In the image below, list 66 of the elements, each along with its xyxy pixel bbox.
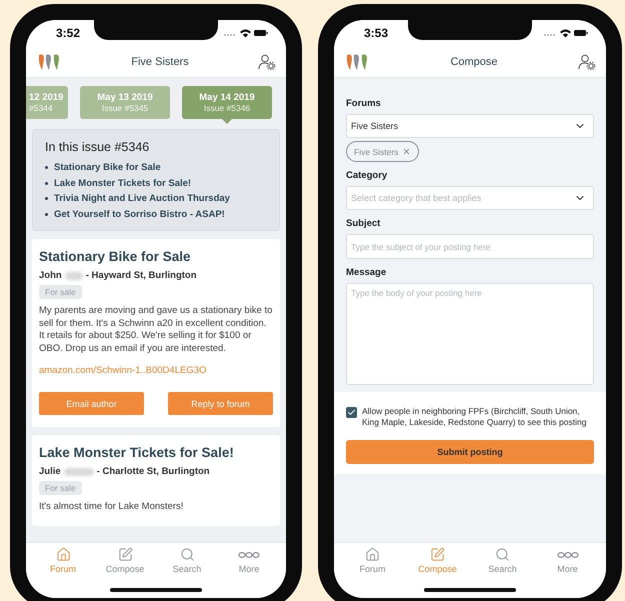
author-name: Julie	[39, 466, 61, 477]
status-time: 3:52	[56, 26, 80, 40]
tab-bar-item[interactable]: Compose	[410, 547, 466, 579]
birds-logo-icon	[344, 52, 370, 70]
tab-bar-item[interactable]: Search	[159, 547, 215, 579]
tab-bar-item[interactable]: More	[221, 547, 277, 579]
post-body: My parents are moving and gave us a stationary bike to sell for them. It's a Schwinn a20 in excellent condition. It retails for about $250. We're selling it for $100 or OBO. Drop us an email if you are interested.	[39, 305, 273, 355]
category-select[interactable]: Select category that best applies	[346, 186, 594, 210]
post-title: Stationary Bike for Sale	[39, 249, 192, 264]
category-tag: For sale	[39, 481, 82, 495]
status-time: 3:53	[364, 26, 388, 40]
bullet-icon	[45, 182, 48, 185]
forum-chip[interactable]: Five Sisters	[346, 141, 420, 162]
status-icons-drawing	[224, 28, 268, 38]
post-body: It's almost time for Lake Monsters!	[39, 501, 184, 514]
author-location: - Charlotte St, Burlington	[96, 466, 210, 477]
more-icon	[556, 550, 578, 558]
issue-tab[interactable]: 12 2019 #5344	[26, 86, 68, 119]
status-icons-drawing	[544, 28, 588, 38]
search-icon	[495, 547, 510, 562]
post-title: Lake Monster Tickets for Sale!	[39, 445, 235, 460]
post-link[interactable]: amazon.com/Schwinn-1..B00D4LEG3O	[39, 365, 206, 376]
forum-select[interactable]: Five Sisters	[346, 114, 594, 138]
checkbox-label: Allow people in neighboring FPFs (Birchcliff, South Union, King Maple, Lakeside, Redstone Quarry) to see this posting	[362, 406, 588, 428]
summary-heading: In this issue #5346	[45, 140, 150, 154]
pointer-icon	[222, 119, 232, 124]
tab-bar-item[interactable]: Search	[474, 547, 530, 579]
summary-link[interactable]: Stationary Bike for Sale	[54, 160, 161, 176]
subject-field[interactable]: Type the subject of your posting here	[346, 234, 594, 259]
screen-title: Five Sisters	[131, 56, 189, 68]
tab-bar-item[interactable]: Forum	[35, 547, 91, 579]
field-label: Category	[346, 170, 388, 181]
user-settings-icon[interactable]	[258, 54, 276, 70]
field-label: Subject	[346, 218, 382, 229]
author-name: John	[39, 270, 62, 281]
email-button[interactable]: Email author	[39, 392, 144, 415]
search-icon	[180, 547, 194, 562]
compose-icon	[118, 547, 132, 562]
message-field[interactable]: Type the body of your posting here	[346, 283, 594, 385]
bullet-icon	[45, 197, 48, 200]
remove-icon	[402, 147, 412, 156]
summary-link[interactable]: Trivia Night and Live Auction Thursday	[54, 191, 230, 206]
home-icon	[365, 547, 380, 562]
field-label: Message	[346, 267, 388, 278]
screen-title: Compose	[450, 56, 498, 68]
user-settings-icon[interactable]	[578, 54, 596, 70]
reply-button[interactable]: Reply to forum	[168, 392, 273, 415]
submit-button[interactable]: Submit posting	[346, 440, 594, 464]
summary-link[interactable]: Lake Monster Tickets for Sale!	[54, 176, 192, 191]
summary-link[interactable]: Get Yourself to Sorriso Bistro - ASAP!	[54, 206, 225, 222]
birds-logo-icon	[36, 52, 62, 70]
author-location: - Hayward St, Burlington	[86, 270, 197, 281]
bullet-icon	[45, 166, 48, 170]
issue-tab[interactable]: May 13 2019 Issue #5345	[80, 86, 170, 119]
home-icon	[56, 547, 70, 562]
category-tag: For sale	[39, 285, 82, 299]
tab-bar-item[interactable]: Forum	[344, 547, 400, 579]
bullet-icon	[45, 212, 48, 216]
compose-icon	[430, 547, 445, 562]
more-icon	[238, 550, 260, 558]
share-checkbox[interactable]	[346, 407, 357, 418]
tab-bar-item[interactable]: Compose	[97, 547, 153, 579]
redacted-name	[64, 468, 94, 476]
tab-bar-item[interactable]: More	[540, 547, 596, 579]
redacted-name	[64, 272, 83, 280]
field-label: Forums	[346, 98, 382, 109]
